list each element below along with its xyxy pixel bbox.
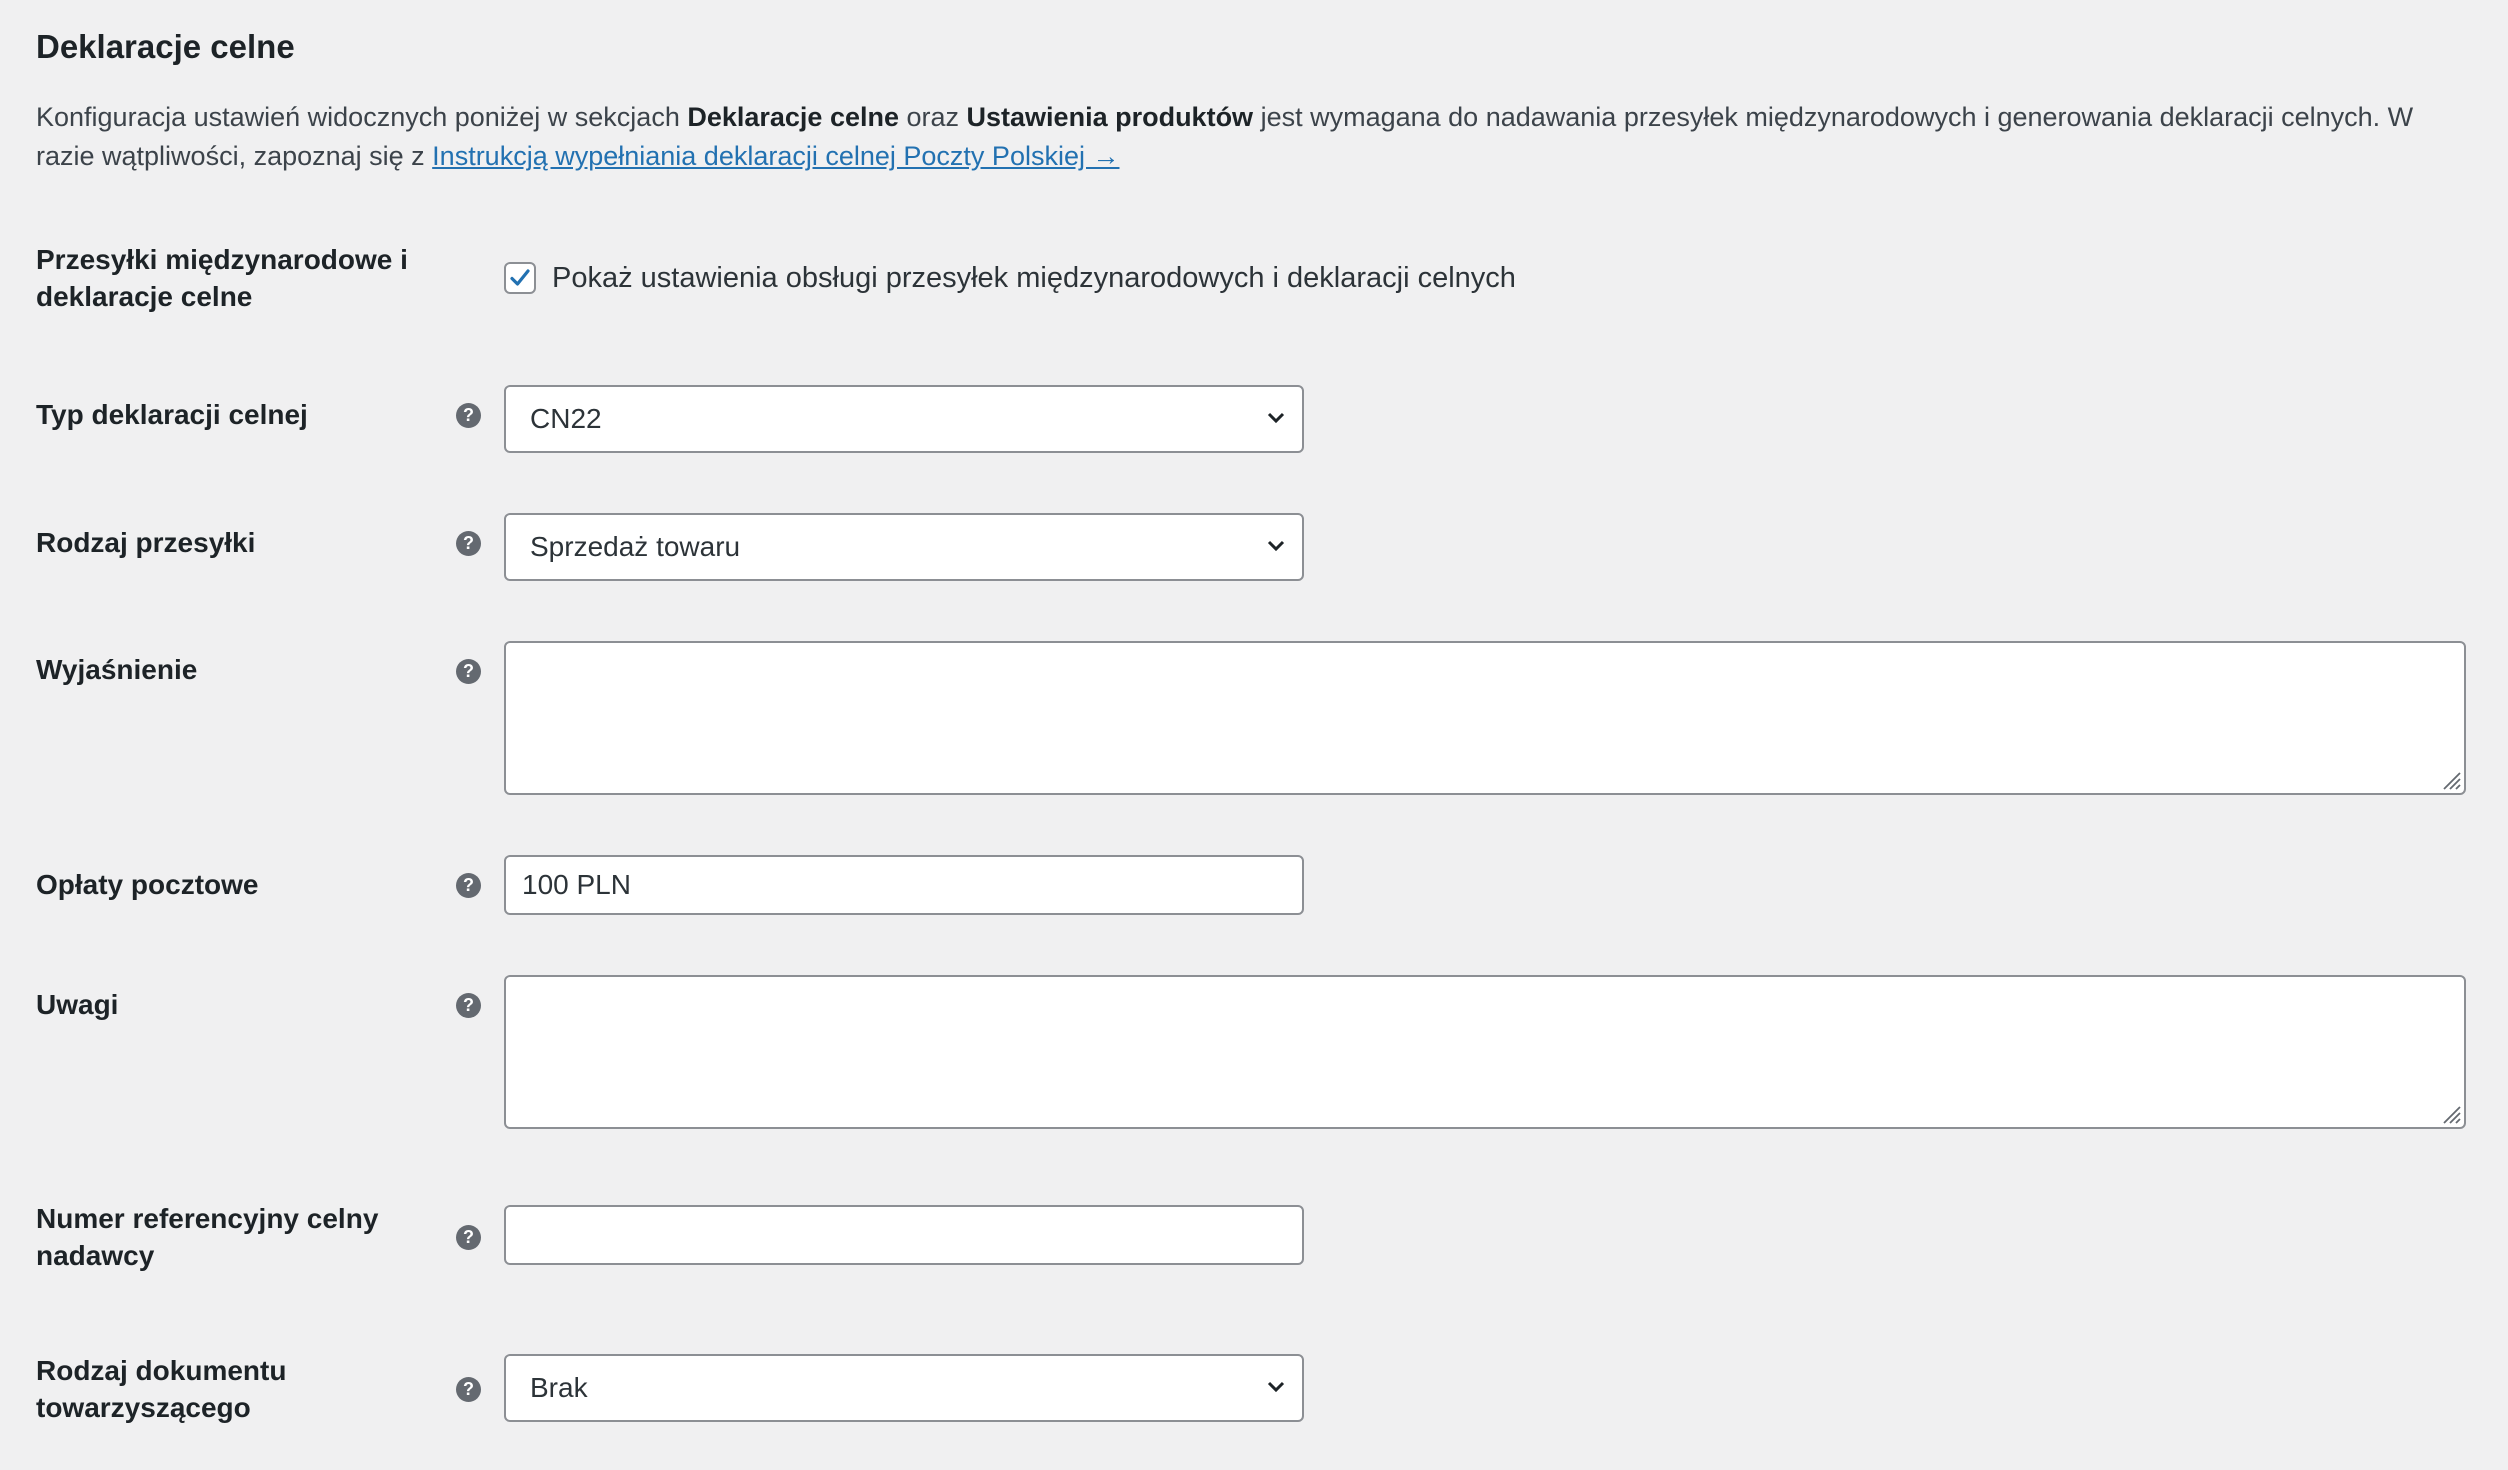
document-type-label: Rodzaj dokumentu towarzyszącego	[36, 1355, 287, 1423]
intro-bold-customs: Deklaracje celne	[687, 102, 899, 132]
shipment-kind-value: Sprzedaż towaru	[530, 531, 741, 562]
chevron-down-icon	[1267, 1381, 1285, 1393]
declaration-type-value: CN22	[530, 403, 602, 434]
instructions-link[interactable]: Instrukcją wypełniania deklaracji celnej…	[432, 141, 1119, 171]
show-international-settings-label[interactable]: Pokaż ustawienia obsługi przesyłek międz…	[552, 258, 1516, 298]
resize-grip-icon[interactable]	[2438, 1101, 2462, 1125]
help-icon[interactable]: ?	[456, 403, 481, 428]
help-icon[interactable]: ?	[456, 993, 481, 1018]
resize-grip-icon[interactable]	[2438, 767, 2462, 791]
reference-number-input[interactable]	[504, 1205, 1304, 1265]
help-icon[interactable]: ?	[456, 1377, 481, 1402]
international-shipments-label: Przesyłki międzynarodowe i deklaracje ce…	[36, 244, 408, 312]
section-description: Konfiguracja ustawień widocznych poniżej…	[36, 98, 2466, 176]
show-international-settings-checkbox[interactable]	[504, 262, 536, 294]
shipment-kind-label: Rodzaj przesyłki	[36, 527, 256, 558]
postal-fees-input[interactable]: 100 PLN	[504, 855, 1304, 915]
reference-number-label: Numer referencyjny celny nadawcy	[36, 1203, 379, 1271]
section-title: Deklaracje celne	[36, 28, 295, 65]
document-type-select[interactable]: Brak	[504, 1354, 1304, 1422]
intro-text: Konfiguracja ustawień widocznych poniżej…	[36, 102, 688, 132]
help-icon[interactable]: ?	[456, 873, 481, 898]
help-icon[interactable]: ?	[456, 1225, 481, 1250]
postal-fees-label: Opłaty pocztowe	[36, 869, 259, 900]
document-type-value: Brak	[530, 1372, 588, 1403]
notes-label: Uwagi	[36, 989, 119, 1020]
explanation-textarea[interactable]	[504, 641, 2466, 795]
declaration-type-select[interactable]: CN22	[504, 385, 1304, 453]
help-icon[interactable]: ?	[456, 531, 481, 556]
explanation-label: Wyjaśnienie	[36, 654, 198, 685]
checkmark-icon	[510, 269, 530, 286]
declaration-type-label: Typ deklaracji celnej	[36, 399, 308, 430]
intro-bold-product-settings: Ustawienia produktów	[966, 102, 1254, 132]
notes-textarea[interactable]	[504, 975, 2466, 1129]
chevron-down-icon	[1267, 412, 1285, 424]
help-icon[interactable]: ?	[456, 659, 481, 684]
chevron-down-icon	[1267, 540, 1285, 552]
shipment-kind-select[interactable]: Sprzedaż towaru	[504, 513, 1304, 581]
intro-text: oraz	[899, 102, 967, 132]
postal-fees-value: 100 PLN	[522, 869, 631, 900]
